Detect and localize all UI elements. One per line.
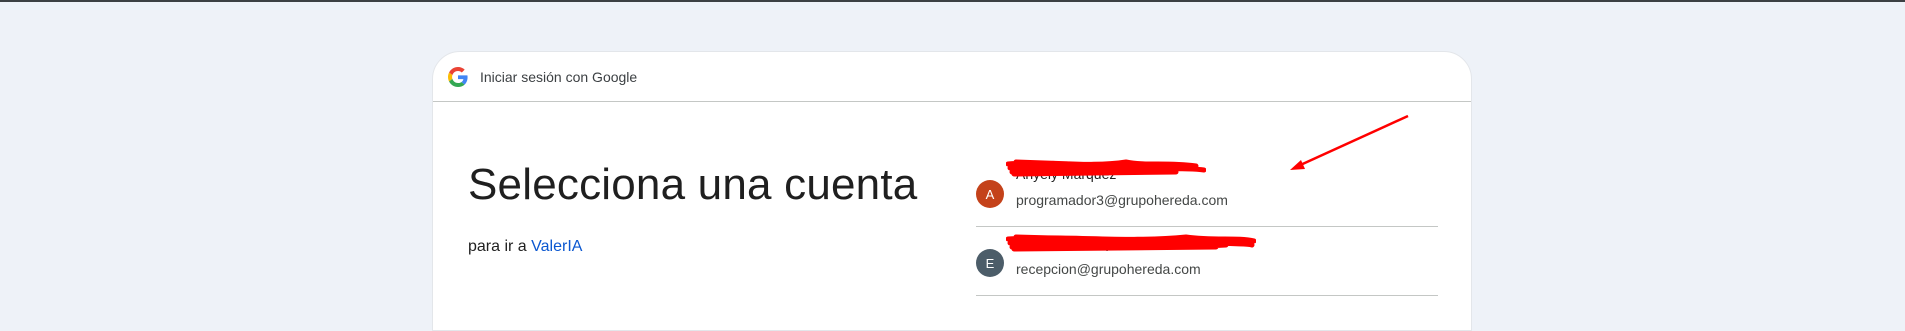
account-email: programador3@grupohereda.com (1016, 192, 1228, 208)
account-name: Eduardo Recepcion Herrera (1016, 235, 1191, 251)
account-item[interactable]: E Eduardo Recepcion Herrera recepcion@gr… (976, 227, 1438, 296)
subtitle: para ir a ValerIA (468, 238, 582, 256)
header-title: Iniciar sesión con Google (480, 68, 638, 85)
subtitle-prefix: para ir a (468, 238, 527, 255)
sign-in-card: Iniciar sesión con Google Selecciona una… (432, 51, 1472, 331)
account-item[interactable]: A Anyely Marquez programador3@grupohered… (976, 158, 1438, 227)
card-header: Iniciar sesión con Google (433, 52, 1471, 102)
page-title: Selecciona una cuenta (468, 160, 918, 209)
avatar: E (976, 249, 1004, 277)
top-border (0, 0, 1905, 2)
account-email: recepcion@grupohereda.com (1016, 261, 1201, 277)
google-g-icon (448, 66, 468, 87)
avatar: A (976, 180, 1004, 208)
account-name: Anyely Marquez (1016, 166, 1117, 182)
app-name-link[interactable]: ValerIA (531, 238, 582, 255)
